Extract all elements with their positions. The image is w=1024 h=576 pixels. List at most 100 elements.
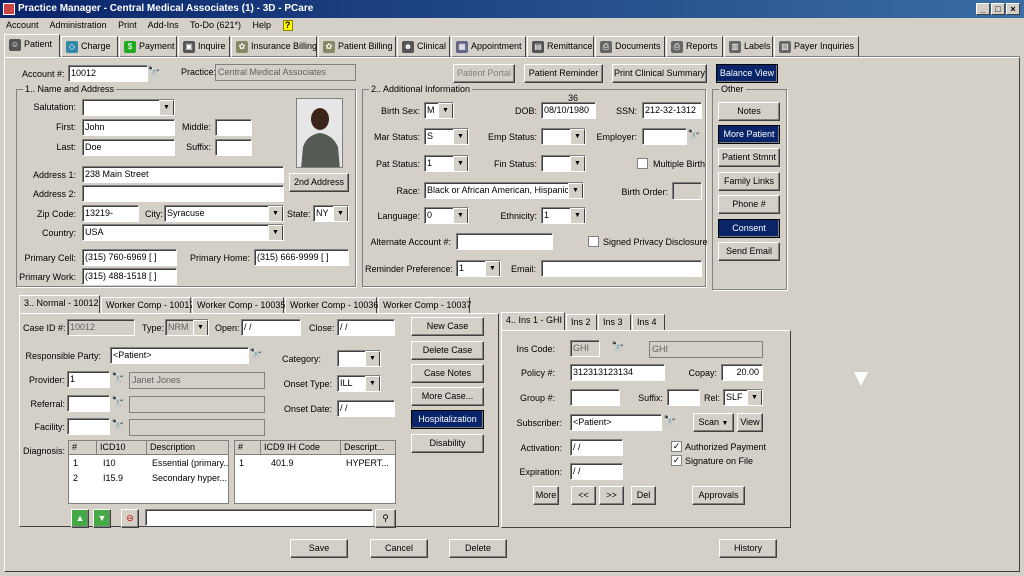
pat-status-dropdown[interactable]: 1	[424, 155, 469, 172]
case-tab-normal[interactable]: 3.. Normal - 10012	[19, 295, 100, 313]
case-tab-worker-comp-10037[interactable]: Worker Comp - 10037	[378, 297, 471, 313]
provider-lookup-binoculars-icon[interactable]: 🔭	[111, 373, 125, 386]
delete-insurance-button[interactable]: Del	[631, 486, 656, 505]
category-dropdown[interactable]	[337, 350, 381, 367]
last-name-field[interactable]: Doe	[82, 139, 175, 156]
country-dropdown[interactable]: USA	[82, 224, 284, 241]
city-dropdown[interactable]: Syracuse	[164, 205, 284, 222]
ins-tab-2[interactable]: Ins 2	[566, 314, 597, 330]
primary-cell-field[interactable]: (315) 760-6969 [ ]	[82, 249, 177, 266]
tab-insurance-billing[interactable]: ✿ Insurance Billing	[231, 36, 317, 57]
case-tab-worker-comp-10017[interactable]: Worker Comp - 10017	[101, 297, 194, 313]
menu-help[interactable]: Help	[253, 20, 272, 30]
signed-privacy-checkbox[interactable]	[588, 236, 599, 247]
move-up-arrow-icon[interactable]: ▲	[71, 509, 89, 528]
dob-field[interactable]: 08/10/1980	[541, 102, 596, 119]
tab-labels[interactable]: ▥ Labels	[724, 36, 773, 57]
delete-button[interactable]: Delete	[449, 539, 507, 558]
view-button[interactable]: View	[737, 413, 763, 432]
col-header-description[interactable]: Descript...	[341, 441, 396, 455]
menu-print[interactable]: Print	[118, 20, 137, 30]
middle-name-field[interactable]	[215, 119, 252, 136]
tab-patient[interactable]: ☺ Patient	[4, 34, 60, 57]
ins-tab-1[interactable]: 4.. Ins 1 - GHI	[501, 312, 565, 330]
ssn-field[interactable]: 212-32-1312	[642, 102, 702, 119]
facility-field[interactable]	[67, 418, 110, 435]
patient-photo[interactable]	[296, 98, 343, 168]
close-button[interactable]: ×	[1006, 3, 1020, 15]
onset-date-field[interactable]: / /	[337, 400, 395, 417]
col-header-number[interactable]: #	[69, 441, 97, 455]
ins-code-field[interactable]: GHI	[570, 340, 600, 357]
close-date-field[interactable]: / /	[337, 319, 395, 336]
col-header-icd9-code[interactable]: ICD9 IH Code	[261, 441, 341, 455]
language-dropdown[interactable]: 0	[424, 207, 469, 224]
cancel-button[interactable]: Cancel	[370, 539, 428, 558]
first-name-field[interactable]: John	[82, 119, 175, 136]
state-dropdown[interactable]: NY	[313, 205, 349, 222]
birth-order-field[interactable]	[672, 182, 702, 200]
next-insurance-button[interactable]: >>	[599, 486, 624, 505]
remove-diagnosis-icon[interactable]: ⊖	[121, 509, 139, 528]
authorized-payment-checkbox[interactable]: ✓	[671, 441, 682, 452]
more-case-button[interactable]: More Case...	[411, 387, 484, 406]
responsible-party-field[interactable]: <Patient>	[110, 347, 249, 364]
tab-payer-inquiries[interactable]: ▧ Payer Inquiries	[774, 36, 859, 57]
tab-charge[interactable]: ◇ Charge	[61, 36, 118, 57]
mar-status-dropdown[interactable]: S	[424, 128, 469, 145]
relationship-dropdown[interactable]: SLF	[723, 389, 763, 406]
subscriber-field[interactable]: <Patient>	[570, 414, 662, 431]
icd9-diagnosis-table[interactable]: # ICD9 IH Code Descript... 1 401.9 HYPER…	[234, 440, 396, 504]
search-magnifier-icon[interactable]: ⚲	[375, 509, 396, 528]
menu-administration[interactable]: Administration	[50, 20, 107, 30]
case-tab-worker-comp-10035[interactable]: Worker Comp - 10035	[192, 297, 285, 313]
facility-lookup-binoculars-icon[interactable]: 🔭	[111, 420, 125, 433]
phone-button[interactable]: Phone #	[718, 195, 780, 214]
save-button[interactable]: Save	[290, 539, 348, 558]
tab-documents[interactable]: ⎙ Documents	[595, 36, 665, 57]
emp-status-dropdown[interactable]	[541, 128, 586, 145]
employer-field[interactable]	[642, 128, 687, 145]
responsible-lookup-binoculars-icon[interactable]: 🔭	[249, 349, 263, 362]
patient-portal-button[interactable]: Patient Portal	[453, 64, 515, 83]
account-number-field[interactable]: 10012	[68, 65, 148, 82]
maximize-button[interactable]: □	[991, 3, 1005, 15]
signature-on-file-checkbox[interactable]: ✓	[671, 455, 682, 466]
new-case-button[interactable]: New Case	[411, 317, 484, 336]
address1-field[interactable]: 238 Main Street	[82, 166, 284, 183]
previous-insurance-button[interactable]: <<	[571, 486, 596, 505]
case-tab-worker-comp-10036[interactable]: Worker Comp - 10036	[285, 297, 378, 313]
consent-button[interactable]: Consent	[718, 219, 780, 238]
tab-clinical[interactable]: ☻ Clinical	[397, 36, 450, 57]
patient-reminder-button[interactable]: Patient Reminder	[524, 64, 603, 83]
referral-field[interactable]	[67, 395, 110, 412]
balance-view-button[interactable]: Balance View	[716, 64, 778, 83]
disability-button[interactable]: Disability	[411, 434, 484, 453]
ins-suffix-field[interactable]	[667, 389, 700, 406]
account-lookup-binoculars-icon[interactable]: 🔭	[147, 67, 161, 80]
menu-account[interactable]: Account	[6, 20, 39, 30]
employer-lookup-binoculars-icon[interactable]: 🔭	[687, 130, 701, 143]
email-field[interactable]	[541, 260, 702, 277]
col-header-description[interactable]: Description	[147, 441, 229, 455]
help-question-icon[interactable]: ?	[282, 20, 293, 32]
menu-add-ins[interactable]: Add-Ins	[148, 20, 179, 30]
ins-code-lookup-binoculars-icon[interactable]: 🔭	[611, 342, 625, 355]
minimize-button[interactable]: _	[976, 3, 990, 15]
copay-field[interactable]: 20.00	[721, 364, 763, 381]
primary-home-field[interactable]: (315) 666-9999 [ ]	[254, 249, 349, 266]
group-number-field[interactable]	[570, 389, 620, 406]
approvals-button[interactable]: Approvals	[692, 486, 745, 505]
ins-tab-3[interactable]: Ins 3	[598, 314, 631, 330]
menu-todo[interactable]: To-Do (621*)	[190, 20, 241, 30]
fin-status-dropdown[interactable]	[541, 155, 586, 172]
case-notes-button[interactable]: Case Notes	[411, 364, 484, 383]
reminder-preference-dropdown[interactable]: 1	[456, 260, 501, 277]
ins-more-button[interactable]: More	[533, 486, 559, 505]
family-links-button[interactable]: Family Links	[718, 172, 780, 191]
case-type-dropdown[interactable]: NRM	[165, 319, 209, 336]
hospitalization-button[interactable]: Hospitalization	[411, 410, 484, 429]
tab-payment[interactable]: $ Payment	[119, 36, 177, 57]
referral-lookup-binoculars-icon[interactable]: 🔭	[111, 397, 125, 410]
suffix-field[interactable]	[215, 139, 252, 156]
